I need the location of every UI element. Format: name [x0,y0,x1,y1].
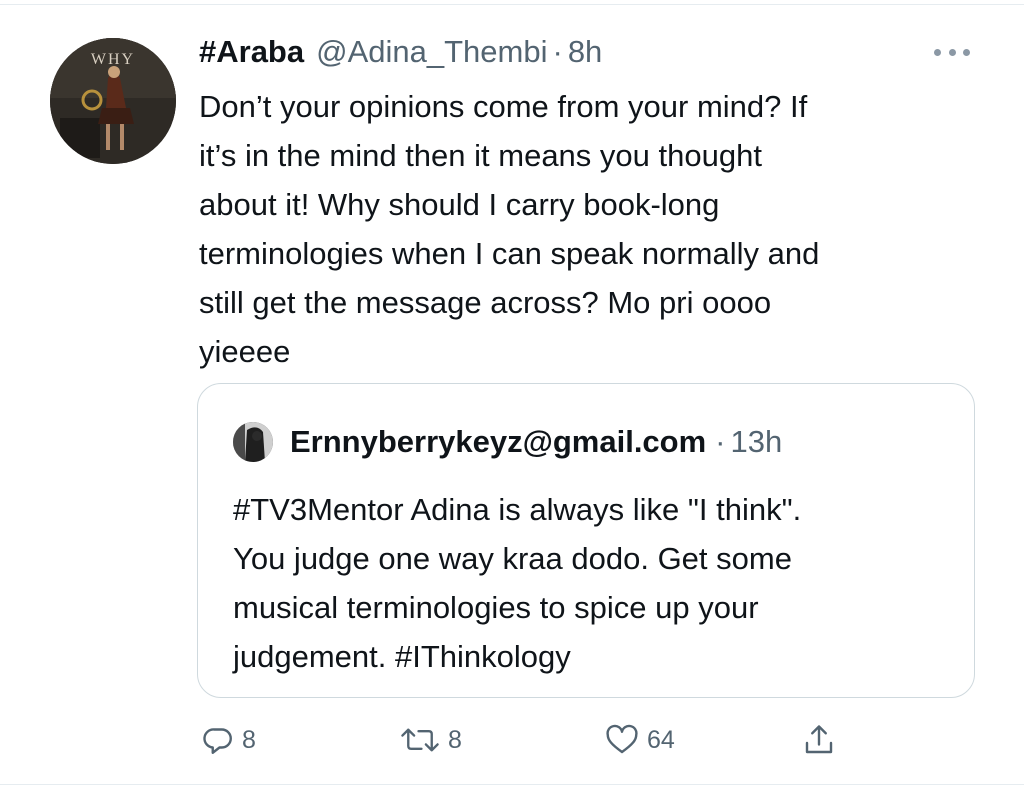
quoted-header-separator: · [715,424,726,459]
like-count: 64 [647,725,675,754]
quoted-avatar-image [233,422,273,462]
tweet-text-line: Don’t your opinions come from your mind?… [199,89,808,124]
quoted-text-line: #TV3Mentor Adina is always like "I think… [233,492,802,527]
reply-button[interactable]: 8 [200,720,256,760]
share-button[interactable] [801,720,837,760]
author-avatar[interactable]: WHY [50,38,176,164]
bottom-divider [0,784,1024,785]
quoted-author-name[interactable]: Ernnyberrykeyz@gmail.com [290,424,706,460]
top-divider [0,4,1024,5]
author-display-name[interactable]: #Araba [199,34,304,70]
retweet-count: 8 [448,725,462,754]
quoted-tweet-text: #TV3Mentor Adina is always like "I think… [233,485,953,681]
tweet-text-line: still get the message across? Mo pri ooo… [199,285,772,320]
quoted-tweet-header: Ernnyberrykeyz@gmail.com · 13h [290,424,782,460]
tweet-text-line: it’s in the mind then it means you thoug… [199,138,762,173]
avatar-logo-text: WHY [91,51,135,68]
tweet-header: #Araba @Adina_Thembi · 8h [199,34,602,74]
reply-icon [203,728,232,754]
reply-count: 8 [242,725,256,754]
quoted-text-line: You judge one way kraa dodo. Get some [233,541,792,576]
more-options-icon[interactable] [930,40,974,64]
share-icon [805,725,833,754]
quoted-tweet-timestamp[interactable]: 13h [731,424,783,460]
quoted-tweet-card[interactable]: Ernnyberrykeyz@gmail.com · 13h #TV3Mento… [197,383,975,698]
quoted-author-avatar [233,422,273,462]
tweet-timestamp[interactable]: 8h [568,34,602,70]
like-button[interactable]: 64 [603,720,675,760]
retweet-button[interactable]: 8 [398,720,462,760]
more-dot [948,48,956,56]
more-dot [934,48,941,56]
author-avatar-image: WHY [50,38,176,164]
quoted-text-line: musical terminologies to spice up your [233,590,759,625]
more-dot [963,48,970,56]
tweet-text-line: yieeee [199,334,291,369]
retweet-icon [401,728,439,752]
like-icon [606,724,638,754]
tweet-text-line: terminologies when I can speak normally … [199,236,820,271]
tweet-text-line: about it! Why should I carry book-long [199,187,720,222]
quoted-text-line: judgement. #IThinkology [233,639,571,674]
tweet-text: Don’t your opinions come from your mind?… [199,82,979,376]
author-handle[interactable]: @Adina_Thembi [316,34,547,70]
header-separator: · [552,34,563,69]
tweet-actions-bar: 8 8 64 [0,720,1024,760]
